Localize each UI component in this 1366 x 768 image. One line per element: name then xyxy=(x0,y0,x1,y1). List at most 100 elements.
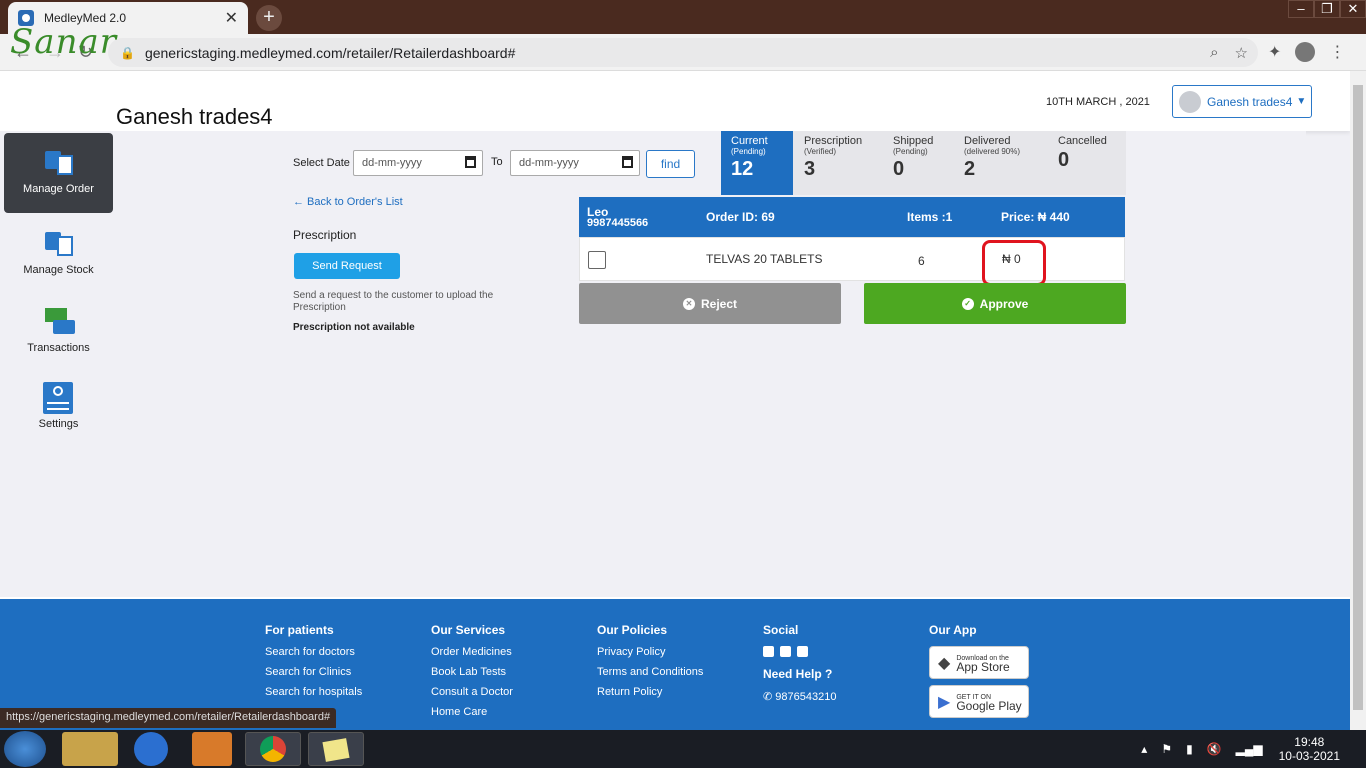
file-explorer-icon[interactable] xyxy=(62,732,118,766)
sidebar-item-transactions[interactable]: Transactions xyxy=(4,306,113,354)
profile-icon[interactable] xyxy=(1295,42,1316,62)
caret-down-icon: ▼ xyxy=(1296,96,1307,107)
order-price: Price: ₦ 440 xyxy=(1001,210,1070,224)
footer-link[interactable]: Home Care xyxy=(431,706,513,718)
scrollbar-thumb[interactable] xyxy=(1353,85,1363,710)
tab-title: Shipped xyxy=(893,135,934,147)
youtube-icon[interactable] xyxy=(797,646,808,657)
help-phone[interactable]: 9876543210 xyxy=(775,691,836,703)
link-status-url: https://genericstaging.medleymed.com/ret… xyxy=(0,708,337,728)
footer-link[interactable]: Terms and Conditions xyxy=(597,666,703,678)
footer-link[interactable]: Search for doctors xyxy=(265,646,362,658)
flag-icon[interactable]: ⚑ xyxy=(1161,742,1172,756)
page-scrollbar[interactable] xyxy=(1350,71,1366,730)
appstore-label: App Store xyxy=(956,659,1010,674)
tab-prescription[interactable]: Prescription (Verified) 3 xyxy=(794,131,884,195)
sidebar-label: Manage Order xyxy=(23,183,94,195)
footer-link[interactable]: Consult a Doctor xyxy=(431,686,513,698)
tab-sub: (Verified) xyxy=(804,147,837,156)
medicine-name: TELVAS 20 TABLETS xyxy=(706,252,823,266)
shop-name: Ganesh trades4 xyxy=(116,104,273,129)
sidebar-label: Settings xyxy=(38,418,79,430)
sidebar-item-manage-stock[interactable]: Manage Stock xyxy=(4,228,113,276)
tray-expand-icon[interactable]: ▴ xyxy=(1141,742,1147,756)
extensions-icon[interactable]: ✦ xyxy=(1268,42,1281,62)
taskbar-clock[interactable]: 19:48 10-03-2021 xyxy=(1269,735,1366,763)
apple-icon: ◆ xyxy=(938,654,951,672)
facebook-icon[interactable] xyxy=(763,646,774,657)
system-tray: ▴ ⚑ ▮ 🔇 ▂▄▆ 19:48 10-03-2021 xyxy=(1141,730,1366,768)
reject-button[interactable]: ✕ Reject xyxy=(579,283,841,324)
sanar-logo[interactable]: Sanar xyxy=(10,22,117,62)
start-button-icon[interactable] xyxy=(4,731,46,767)
tab-count: 0 xyxy=(1058,149,1070,171)
price-highlight-annotation xyxy=(982,240,1046,286)
tab-delivered[interactable]: Delivered (delivered 90%) 2 xyxy=(954,131,1048,195)
app-store-button[interactable]: ◆ Download on the App Store xyxy=(929,646,1029,679)
tab-sub: (delivered 90%) xyxy=(964,147,1021,156)
item-checkbox[interactable] xyxy=(588,251,606,269)
reject-label: Reject xyxy=(700,296,738,311)
media-player-icon[interactable] xyxy=(192,732,232,766)
tab-title: Cancelled xyxy=(1058,135,1107,147)
new-tab-button[interactable]: + xyxy=(256,5,282,31)
calendar-icon[interactable] xyxy=(622,156,633,168)
footer-heading: Our Services xyxy=(431,623,506,637)
tab-sub: (Pending) xyxy=(731,147,766,156)
to-label: To xyxy=(491,156,503,168)
tab-close-icon[interactable]: ✕ xyxy=(225,8,238,28)
minimize-icon[interactable]: – xyxy=(1288,0,1314,18)
sidebar-item-manage-order[interactable]: Manage Order xyxy=(4,133,113,213)
sidebar-item-settings[interactable]: Settings xyxy=(4,382,113,430)
from-date-input[interactable]: dd-mm-yyyy xyxy=(353,150,483,176)
phone-icon[interactable] xyxy=(780,646,791,657)
select-date-label: Select Date xyxy=(293,157,350,169)
tab-sub: (Pending) xyxy=(893,147,928,156)
zoom-icon[interactable]: ⌕ xyxy=(1210,44,1218,62)
footer-link[interactable]: Privacy Policy xyxy=(597,646,703,658)
signal-icon[interactable]: ▂▄▆ xyxy=(1236,742,1263,756)
footer-link[interactable]: Return Policy xyxy=(597,686,703,698)
to-date-placeholder: dd-mm-yyyy xyxy=(519,157,579,169)
footer-link[interactable]: Book Lab Tests xyxy=(431,666,513,678)
find-button[interactable]: find xyxy=(646,150,695,178)
footer-link[interactable]: Search for hospitals xyxy=(265,686,362,698)
google-play-button[interactable]: ▶ GET IT ON Google Play xyxy=(929,685,1029,718)
url-text: genericstaging.medleymed.com/retailer/Re… xyxy=(144,44,516,61)
footer-link[interactable]: Order Medicines xyxy=(431,646,513,658)
restore-icon[interactable]: ❐ xyxy=(1314,0,1340,18)
tab-cancelled[interactable]: Cancelled 0 xyxy=(1048,131,1126,195)
order-header: Leo 9987445566 Order ID: 69 Items :1 Pri… xyxy=(579,197,1125,237)
tab-title: Delivered xyxy=(964,135,1011,147)
footer-heading: Social xyxy=(763,623,799,637)
tab-current[interactable]: Current (Pending) 12 xyxy=(721,131,793,195)
sidebar-label: Manage Stock xyxy=(23,264,94,276)
footer-link[interactable]: Search for Clinics xyxy=(265,666,362,678)
approve-button[interactable]: ✓ Approve xyxy=(864,283,1126,324)
need-help-heading: Need Help ? xyxy=(763,667,833,681)
chrome-icon[interactable] xyxy=(245,732,301,766)
calendar-icon[interactable] xyxy=(465,156,476,168)
back-to-orders-link[interactable]: ← Back to Order's List xyxy=(293,196,403,208)
clock-date: 10-03-2021 xyxy=(1278,749,1340,763)
bookmark-star-icon[interactable]: ☆ xyxy=(1235,44,1248,62)
prescription-note: Send a request to the customer to upload… xyxy=(293,290,494,313)
close-window-icon[interactable]: ✕ xyxy=(1340,0,1366,18)
menu-icon[interactable]: ⋮ xyxy=(1329,42,1345,62)
sticky-notes-icon[interactable] xyxy=(308,732,364,766)
battery-icon[interactable]: ▮ xyxy=(1186,742,1193,756)
to-date-input[interactable]: dd-mm-yyyy xyxy=(510,150,640,176)
internet-explorer-icon[interactable] xyxy=(134,732,168,766)
check-icon: ✓ xyxy=(961,297,974,310)
manage-stock-icon xyxy=(43,228,75,258)
phone-icon: ✆ xyxy=(763,691,776,703)
approve-label: Approve xyxy=(979,296,1029,311)
user-avatar-icon xyxy=(1179,90,1201,113)
url-bar[interactable]: 🔒 genericstaging.medleymed.com/retailer/… xyxy=(108,38,1258,67)
from-date-placeholder: dd-mm-yyyy xyxy=(362,157,422,169)
tab-shipped[interactable]: Shipped (Pending) 0 xyxy=(883,131,955,195)
user-menu-button[interactable]: Ganesh trades4 ▼ xyxy=(1172,85,1312,118)
volume-muted-icon[interactable]: 🔇 xyxy=(1207,742,1222,756)
items-count: Items :1 xyxy=(907,210,953,224)
send-request-button[interactable]: Send Request xyxy=(294,253,400,279)
